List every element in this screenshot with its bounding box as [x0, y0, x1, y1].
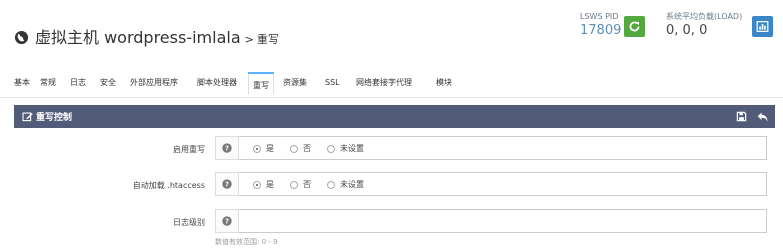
- autoload-htaccess-label: 自动加载 .htaccess: [132, 181, 205, 190]
- page-title: 虚拟主机 wordpress-imlala > 重写: [14, 24, 279, 48]
- pid-block: LSWS PID 17809: [580, 12, 621, 39]
- edit-icon: [22, 112, 33, 122]
- tab-ssl[interactable]: SSL: [325, 76, 340, 97]
- tab-basic[interactable]: 基本: [14, 76, 30, 97]
- log-level-row: 日志级别 ? 数值有效范围: 0 - 9: [14, 209, 775, 246]
- page-header: 虚拟主机 wordpress-imlala > 重写 LSWS PID 1780…: [0, 0, 783, 68]
- autoload-htaccess-unset[interactable]: 未设置: [327, 179, 364, 190]
- svg-text:?: ?: [225, 218, 229, 226]
- rewrite-enable-unset[interactable]: 未设置: [327, 143, 364, 154]
- title-section: 重写: [256, 33, 279, 46]
- rewrite-enable-row: 启用重写 ? 是 否 未设置: [14, 136, 775, 162]
- refresh-icon: [629, 21, 640, 32]
- help-icon[interactable]: ?: [215, 136, 239, 160]
- tab-context[interactable]: 资源集: [283, 76, 307, 97]
- tab-log[interactable]: 日志: [70, 76, 86, 97]
- load-block: 系统平均负载(LOAD) 0, 0, 0: [666, 12, 742, 39]
- log-level-label: 日志级别: [173, 218, 205, 227]
- bar-chart-icon: [756, 21, 769, 32]
- restart-button[interactable]: [624, 16, 645, 37]
- autoload-htaccess-no[interactable]: 否: [290, 179, 311, 190]
- panel-title: 重写控制: [36, 113, 73, 123]
- tab-security[interactable]: 安全: [100, 76, 116, 97]
- tab-script-handler[interactable]: 脚本处理器: [197, 76, 237, 97]
- log-level-input[interactable]: [239, 210, 766, 232]
- question-circle-icon: ?: [222, 143, 232, 153]
- save-button[interactable]: [735, 110, 748, 123]
- pid-label: LSWS PID: [580, 12, 619, 21]
- panel-header: 重写控制: [14, 105, 775, 128]
- autoload-htaccess-field: 是 否 未设置: [239, 172, 767, 196]
- rewrite-enable-yes[interactable]: 是: [253, 143, 274, 154]
- load-label: 系统平均负载(LOAD): [666, 12, 743, 21]
- rewrite-enable-no[interactable]: 否: [290, 143, 311, 154]
- panel-body: 启用重写 ? 是 否 未设置 自动加载 .htaccess ? 是 否 未设置 …: [14, 128, 775, 251]
- help-icon[interactable]: ?: [215, 172, 239, 196]
- rewrite-control-panel: 重写控制 启用重写 ? 是 否 未设置 自动加载 .htaccess ? 是 否…: [14, 105, 775, 251]
- svg-text:?: ?: [225, 145, 229, 153]
- tab-websocket-proxy[interactable]: 网络套接字代理: [356, 76, 412, 97]
- rewrite-enable-label: 启用重写: [173, 145, 205, 154]
- tab-general[interactable]: 常规: [40, 76, 56, 97]
- autoload-htaccess-yes[interactable]: 是: [253, 179, 274, 190]
- question-circle-icon: ?: [222, 216, 232, 226]
- globe-icon: [14, 30, 29, 45]
- autoload-htaccess-row: 自动加载 .htaccess ? 是 否 未设置: [14, 172, 775, 198]
- rewrite-enable-field: 是 否 未设置: [239, 136, 767, 160]
- question-circle-icon: ?: [222, 179, 232, 189]
- title-vhost: 虚拟主机 wordpress-imlala: [35, 28, 241, 47]
- tab-modules[interactable]: 模块: [436, 76, 452, 97]
- back-button[interactable]: [756, 110, 769, 123]
- log-level-field: [239, 209, 767, 233]
- pid-value: 17809: [580, 23, 622, 38]
- tab-bar: 基本 常规 日志 安全 外部应用程序 脚本处理器 重写 资源集 SSL 网络套接…: [0, 70, 783, 98]
- help-icon[interactable]: ?: [215, 209, 239, 233]
- save-icon: [736, 111, 747, 122]
- svg-text:?: ?: [225, 181, 229, 189]
- log-level-hint: 数值有效范围: 0 - 9: [215, 238, 278, 246]
- tab-external-apps[interactable]: 外部应用程序: [130, 76, 178, 97]
- load-chart-button[interactable]: [752, 16, 773, 37]
- back-arrow-icon: [757, 112, 767, 121]
- load-value: 0, 0, 0: [666, 23, 708, 38]
- tab-rewrite[interactable]: 重写: [248, 72, 274, 95]
- breadcrumb-separator: >: [244, 33, 254, 46]
